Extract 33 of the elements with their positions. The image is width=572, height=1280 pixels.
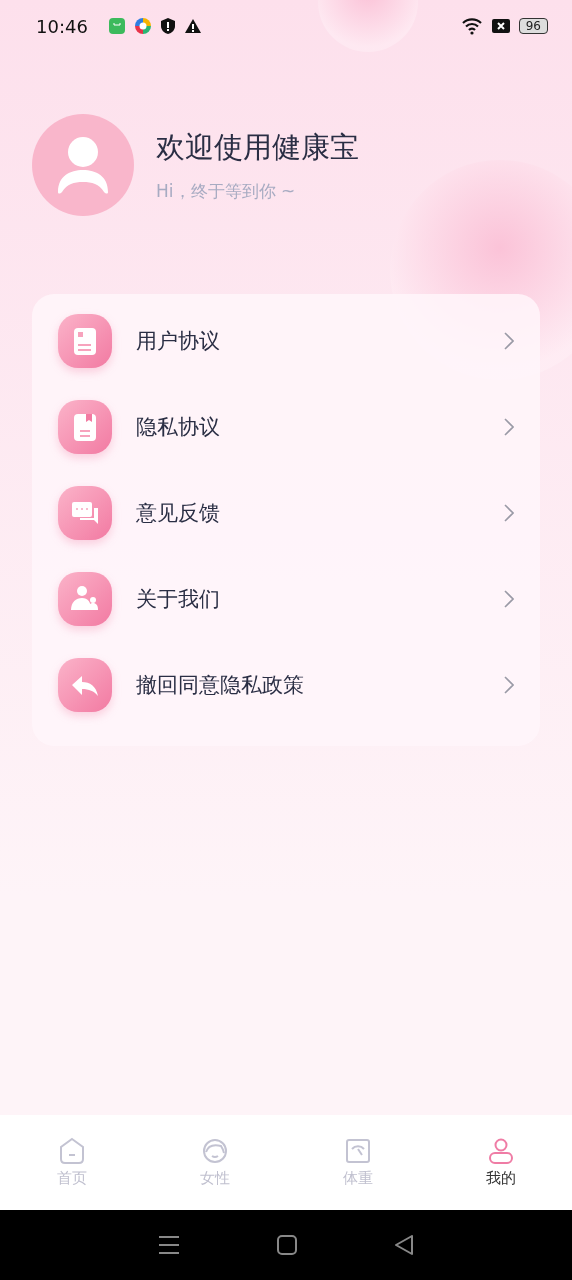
warning-icon (183, 18, 202, 34)
wifi-icon (460, 17, 483, 35)
welcome-subtitle: Hi，终于等到你 ~ (156, 179, 297, 203)
people-icon (58, 572, 112, 626)
avatar-icon (32, 114, 134, 216)
welcome-title: 欢迎使用健康宝 (156, 128, 359, 166)
user-icon (486, 1137, 515, 1165)
chevron-right-icon (504, 418, 514, 436)
menu-item[interactable]: 关于我们 (32, 556, 540, 642)
document-icon (58, 314, 112, 368)
menu-icon[interactable] (158, 1235, 181, 1255)
menu-item[interactable]: 撤回同意隐私政策 (32, 642, 540, 728)
menu-item[interactable]: 意见反馈 (32, 470, 540, 556)
chevron-right-icon (504, 676, 514, 694)
shield-icon (159, 17, 176, 35)
chevron-right-icon (504, 590, 514, 608)
status-time: 10:46 (36, 15, 88, 37)
scale-icon (343, 1137, 372, 1165)
tab[interactable]: 我的 (429, 1137, 572, 1188)
home-icon (57, 1137, 86, 1165)
menu-item[interactable]: 用户协议 (32, 298, 540, 384)
pinwheel-icon (133, 17, 152, 35)
battery-indicator: 96 (518, 18, 548, 34)
bookmark-document-icon (58, 400, 112, 454)
chat-bubbles-icon (58, 486, 112, 540)
chevron-right-icon (504, 504, 514, 522)
chevron-right-icon (504, 332, 514, 350)
back-icon[interactable] (393, 1235, 414, 1255)
home-button-icon[interactable] (277, 1235, 297, 1255)
woman-face-icon (200, 1137, 229, 1165)
menu-item[interactable]: 隐私协议 (32, 384, 540, 470)
app-notification-icon (107, 17, 126, 35)
no-sim-icon (490, 17, 511, 35)
